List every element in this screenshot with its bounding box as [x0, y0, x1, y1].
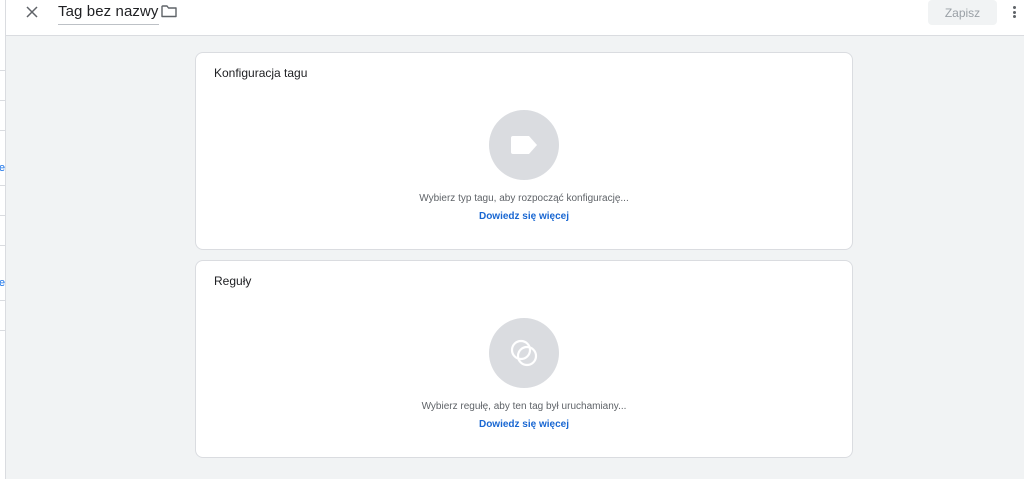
learn-more-link[interactable]: Dowiedz się więcej — [196, 419, 852, 430]
folder-icon — [161, 5, 177, 18]
more-options-button[interactable] — [1008, 4, 1020, 20]
choose-tag-type-button[interactable] — [489, 110, 559, 180]
background-link-fragment[interactable]: e — [0, 277, 5, 289]
learn-more-link[interactable]: Dowiedz się więcej — [196, 211, 852, 222]
close-icon — [26, 6, 38, 18]
divider — [0, 185, 6, 186]
tag-configuration-hint: Wybierz typ tagu, aby rozpocząć konfigur… — [419, 193, 629, 204]
divider — [0, 300, 6, 301]
close-button[interactable] — [22, 2, 42, 22]
trigger-icon — [510, 339, 538, 367]
divider — [0, 70, 6, 71]
triggers-card: Reguły Wybierz regułę, aby ten tag był u… — [195, 260, 853, 458]
save-button[interactable]: Zapisz — [928, 0, 997, 25]
background-panel-strip: e e — [0, 0, 6, 479]
divider — [0, 215, 6, 216]
tag-icon — [511, 136, 537, 154]
divider — [0, 130, 6, 131]
divider — [0, 100, 6, 101]
card-title: Konfiguracja tagu — [214, 66, 308, 80]
choose-trigger-button[interactable] — [489, 318, 559, 388]
tag-configuration-card: Konfiguracja tagu Wybierz typ tagu, aby … — [195, 52, 853, 250]
tag-name-input[interactable]: Tag bez nazwy — [58, 3, 159, 25]
background-link-fragment[interactable]: e — [0, 162, 5, 174]
folder-button[interactable] — [161, 4, 179, 20]
more-vert-icon — [1012, 6, 1016, 9]
triggers-hint: Wybierz regułę, aby ten tag był uruchami… — [421, 401, 627, 412]
tag-editor-header: Tag bez nazwy Zapisz — [6, 0, 1024, 36]
divider — [0, 330, 6, 331]
card-title: Reguły — [214, 274, 252, 288]
divider — [0, 245, 6, 246]
